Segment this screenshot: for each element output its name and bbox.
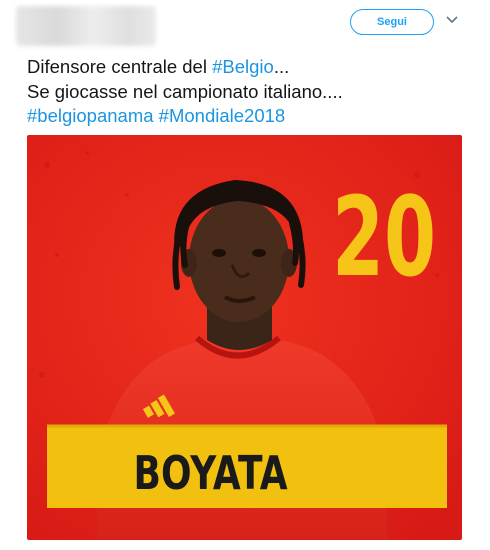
hashtag-belgio[interactable]: #Belgio [212, 56, 274, 77]
tweet-line-3: #belgiopanama #Mondiale2018 [27, 104, 467, 129]
tweet-media-image[interactable]: 20 BOYATA [27, 135, 462, 540]
tweet-line-1: Difensore centrale del #Belgio... [27, 55, 467, 80]
tweet-header: Segui [0, 0, 490, 50]
follow-button[interactable]: Segui [350, 9, 434, 35]
player-name: BOYATA [134, 447, 288, 500]
tweet-line-2: Se giocasse nel campionato italiano.... [27, 80, 343, 102]
blurred-user-info[interactable] [16, 6, 156, 46]
hashtag-belgiopanama[interactable]: #belgiopanama [27, 105, 154, 126]
tweet-line-1-suffix: ... [273, 56, 290, 77]
chevron-down-icon[interactable] [444, 12, 460, 28]
player-face [189, 198, 289, 322]
tweet-line-1-text: Difensore centrale del [27, 56, 213, 77]
player-card: 20 BOYATA [27, 135, 462, 540]
tweet-text: Difensore centrale del #Belgio... Se gio… [27, 55, 467, 129]
player-number: 20 [332, 174, 436, 301]
hashtag-mondiale2018[interactable]: #Mondiale2018 [159, 105, 286, 126]
